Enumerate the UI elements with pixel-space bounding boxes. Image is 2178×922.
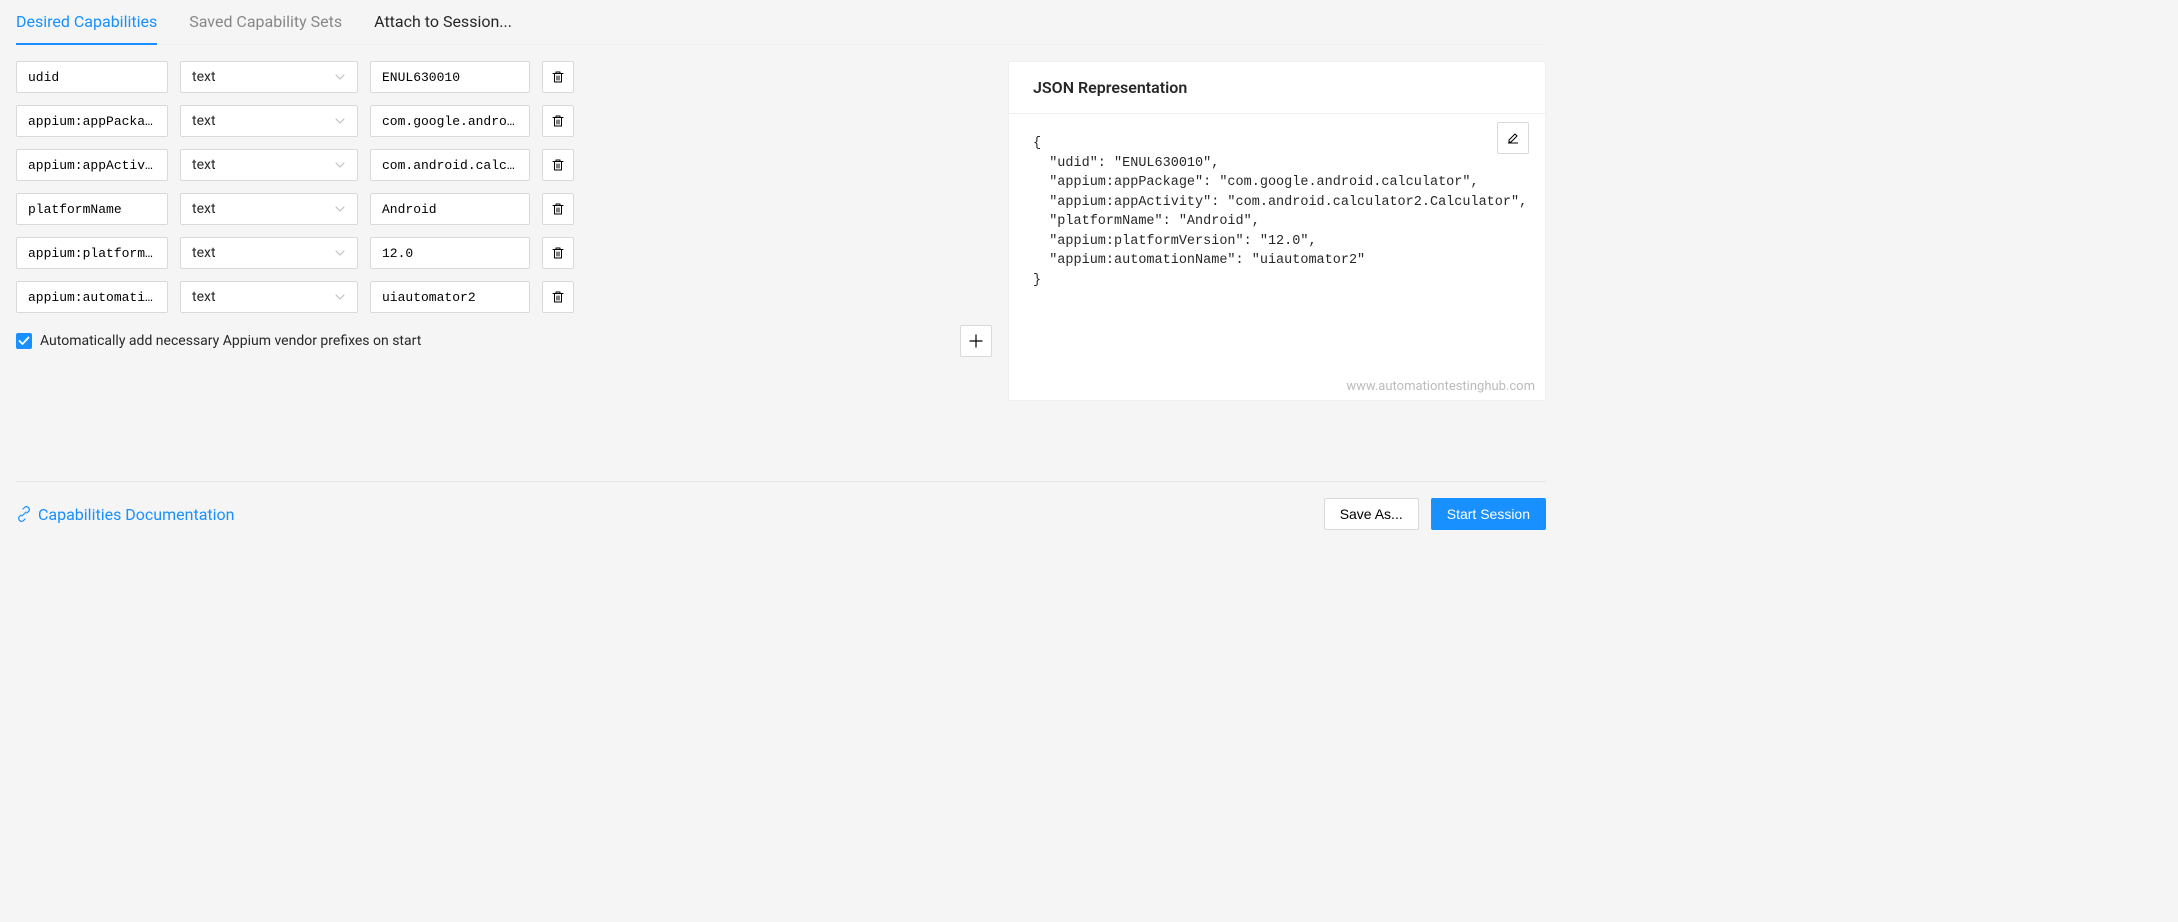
chevron-down-icon — [334, 71, 346, 83]
tab-saved-capability-sets[interactable]: Saved Capability Sets — [189, 0, 342, 45]
capability-value-input[interactable] — [370, 193, 530, 225]
delete-capability-button[interactable] — [542, 149, 574, 181]
capability-name-input[interactable] — [16, 281, 168, 313]
delete-capability-button[interactable] — [542, 105, 574, 137]
capability-row: text — [16, 281, 992, 313]
capability-type-select[interactable]: text — [180, 281, 358, 313]
capability-type-select[interactable]: text — [180, 105, 358, 137]
save-as-button[interactable]: Save As... — [1324, 498, 1419, 530]
chevron-down-icon — [334, 159, 346, 171]
capability-row: text — [16, 237, 992, 269]
plus-icon — [969, 334, 983, 348]
chevron-down-icon — [334, 203, 346, 215]
tab-attach-to-session[interactable]: Attach to Session... — [374, 0, 512, 45]
capability-value-input[interactable] — [370, 237, 530, 269]
capabilities-editor: text text text — [16, 61, 992, 357]
json-representation-panel: JSON Representation { "udid": "ENUL63001… — [1008, 61, 1546, 401]
capability-type-label: text — [192, 69, 216, 85]
watermark-text: www.automationtestinghub.com — [1346, 379, 1535, 394]
capability-value-input[interactable] — [370, 281, 530, 313]
json-panel-title: JSON Representation — [1009, 62, 1545, 114]
delete-capability-button[interactable] — [542, 193, 574, 225]
start-session-button[interactable]: Start Session — [1431, 498, 1546, 530]
capability-row: text — [16, 193, 992, 225]
trash-icon — [551, 290, 565, 304]
capability-value-input[interactable] — [370, 105, 530, 137]
capability-value-input[interactable] — [370, 61, 530, 93]
delete-capability-button[interactable] — [542, 61, 574, 93]
trash-icon — [551, 246, 565, 260]
trash-icon — [551, 114, 565, 128]
tabs-bar: Desired Capabilities Saved Capability Se… — [16, 0, 1546, 45]
capability-name-input[interactable] — [16, 237, 168, 269]
trash-icon — [551, 202, 565, 216]
capabilities-documentation-link[interactable]: Capabilities Documentation — [16, 505, 235, 524]
capability-name-input[interactable] — [16, 149, 168, 181]
capability-row: text — [16, 149, 992, 181]
capability-type-select[interactable]: text — [180, 193, 358, 225]
capability-type-select[interactable]: text — [180, 61, 358, 93]
auto-prefix-label: Automatically add necessary Appium vendo… — [40, 333, 421, 349]
capability-type-label: text — [192, 157, 216, 173]
footer: Capabilities Documentation Save As... St… — [16, 481, 1546, 546]
capability-type-label: text — [192, 201, 216, 217]
auto-prefix-checkbox-row: Automatically add necessary Appium vendo… — [16, 333, 421, 349]
capability-name-input[interactable] — [16, 61, 168, 93]
auto-prefix-checkbox[interactable] — [16, 333, 32, 349]
capability-type-select[interactable]: text — [180, 149, 358, 181]
capability-row: text — [16, 61, 992, 93]
capability-type-label: text — [192, 289, 216, 305]
link-icon — [16, 506, 32, 522]
capability-row: text — [16, 105, 992, 137]
capability-name-input[interactable] — [16, 105, 168, 137]
json-content: { "udid": "ENUL630010", "appium:appPacka… — [1009, 114, 1545, 301]
capability-type-label: text — [192, 113, 216, 129]
trash-icon — [551, 158, 565, 172]
chevron-down-icon — [334, 291, 346, 303]
capability-type-label: text — [192, 245, 216, 261]
capability-type-select[interactable]: text — [180, 237, 358, 269]
delete-capability-button[interactable] — [542, 281, 574, 313]
capability-value-input[interactable] — [370, 149, 530, 181]
chevron-down-icon — [334, 115, 346, 127]
capability-name-input[interactable] — [16, 193, 168, 225]
check-icon — [18, 335, 30, 347]
tab-desired-capabilities[interactable]: Desired Capabilities — [16, 0, 157, 45]
chevron-down-icon — [334, 247, 346, 259]
doc-link-label: Capabilities Documentation — [38, 505, 235, 524]
delete-capability-button[interactable] — [542, 237, 574, 269]
add-capability-button[interactable] — [960, 325, 992, 357]
trash-icon — [551, 70, 565, 84]
